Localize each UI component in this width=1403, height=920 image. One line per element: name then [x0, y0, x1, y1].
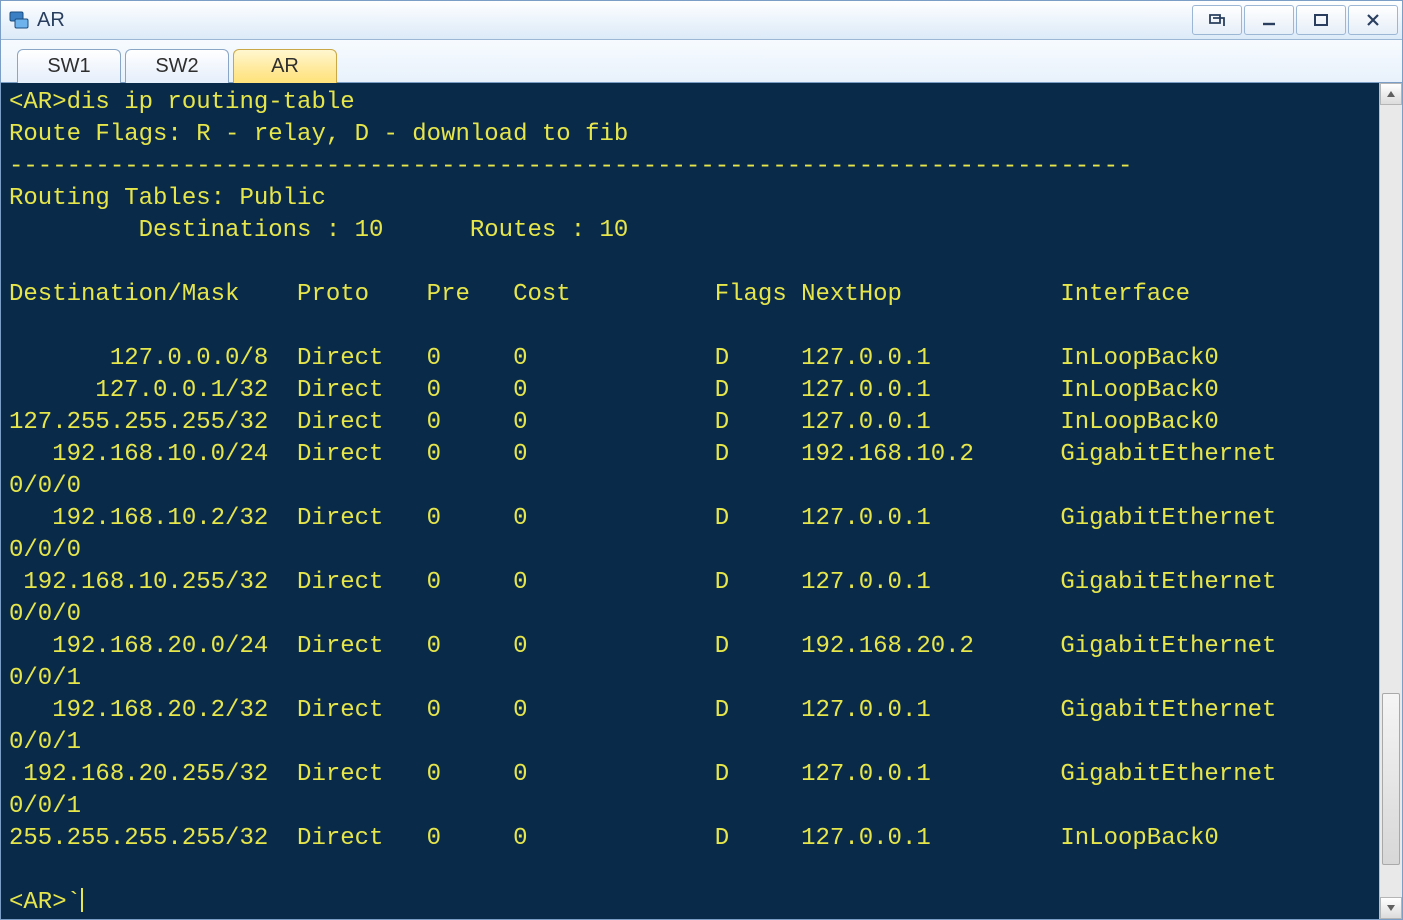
maximize-button[interactable] — [1296, 5, 1346, 35]
close-button[interactable] — [1348, 5, 1398, 35]
tab-label: AR — [271, 55, 299, 78]
tab-ar[interactable]: AR — [233, 49, 337, 83]
terminal-area: <AR>dis ip routing-table Route Flags: R … — [1, 83, 1402, 919]
minimize-button[interactable] — [1244, 5, 1294, 35]
scrollbar[interactable] — [1379, 83, 1402, 919]
window-buttons — [1190, 5, 1398, 35]
app-window: AR SW1 SW2 AR <AR>dis ip routing-table R… — [0, 0, 1403, 920]
tab-sw2[interactable]: SW2 — [125, 49, 229, 83]
tabbar: SW1 SW2 AR — [1, 40, 1402, 83]
scroll-thumb[interactable] — [1382, 693, 1400, 865]
cursor — [81, 888, 83, 912]
titlebar[interactable]: AR — [1, 1, 1402, 40]
tab-sw1[interactable]: SW1 — [17, 49, 121, 83]
popup-button[interactable] — [1192, 5, 1242, 35]
window-title: AR — [37, 9, 1190, 32]
scroll-down-icon[interactable] — [1380, 897, 1402, 919]
scroll-up-icon[interactable] — [1380, 83, 1402, 105]
tab-label: SW2 — [155, 55, 198, 78]
app-icon — [7, 8, 31, 32]
terminal[interactable]: <AR>dis ip routing-table Route Flags: R … — [1, 83, 1379, 919]
tab-label: SW1 — [47, 55, 90, 78]
